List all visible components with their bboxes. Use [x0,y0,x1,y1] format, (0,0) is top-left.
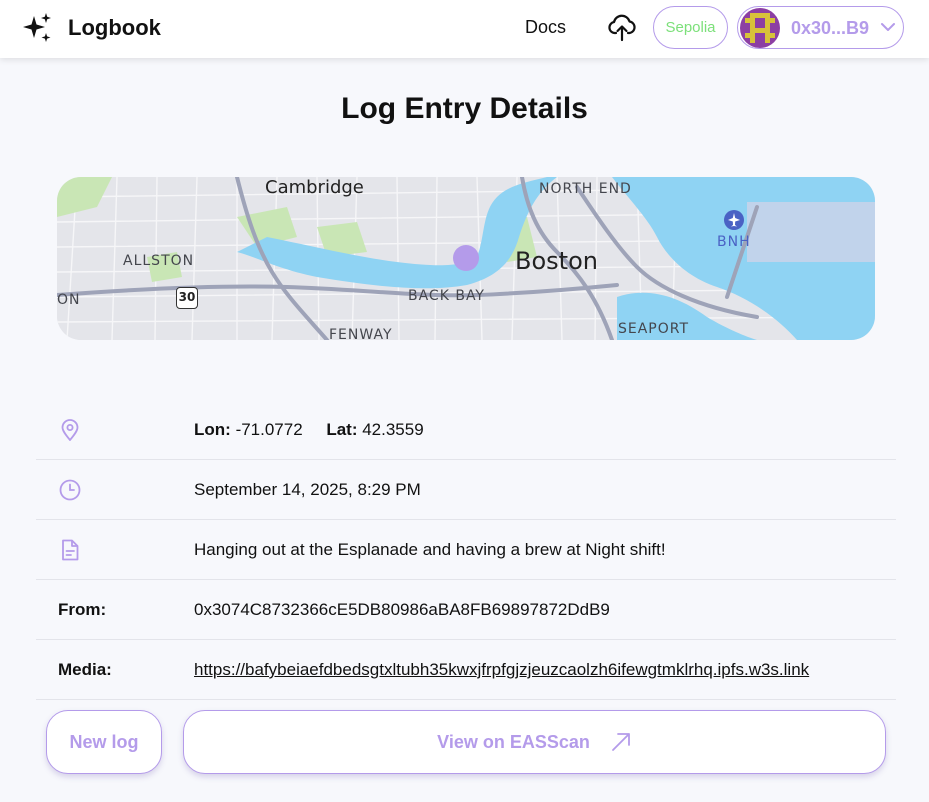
account-button[interactable]: 0x30...B9 [737,6,904,49]
chevron-down-icon [881,23,895,31]
cloud-upload-icon[interactable] [608,13,636,43]
docs-link[interactable]: Docs [525,17,566,38]
from-label: From: [58,600,107,619]
map-label-boston: Boston [515,247,598,275]
top-navbar: Logbook Docs Sepolia 0x30...B9 [0,0,929,58]
document-icon [62,539,79,561]
timestamp-row: September 14, 2025, 8:29 PM [36,460,896,520]
media-link[interactable]: https://bafybeiaefdbedsgtxltubh35kwxjfrp… [194,660,809,680]
map-label-cambridge: Cambridge [265,177,364,198]
note-row: Hanging out at the Esplanade and having … [36,520,896,580]
brand-link[interactable]: Logbook [20,12,161,44]
airport-icon [724,210,744,230]
clock-icon [59,479,81,501]
lat-label: Lat: [326,420,358,439]
lat-value: 42.3559 [362,420,424,439]
map-label-bnh: BNH [717,234,751,250]
map-pin-icon [61,419,79,441]
from-address: 0x3074C8732366cE5DB80986aBA8FB69897872Dd… [194,600,610,619]
avatar [740,8,780,48]
map-label-edge: ON [57,292,81,308]
network-label: Sepolia [665,19,716,36]
coordinates: Lon: -71.0772 Lat: 42.3559 [194,420,424,440]
sparkles-icon [23,13,51,42]
map-label-fenway: FENWAY [329,327,393,340]
location-row: Lon: -71.0772 Lat: 42.3559 [36,400,896,460]
view-on-easscan-button[interactable]: View on EASScan [183,710,886,774]
media-row: Media: https://bafybeiaefdbedsgtxltubh35… [36,640,896,700]
note-value: Hanging out at the Esplanade and having … [194,540,666,559]
map-label-north-end: NORTH END [539,181,632,197]
map-label-seaport: SEAPORT [618,321,690,337]
account-address: 0x30...B9 [791,18,870,38]
new-log-button[interactable]: New log [46,710,162,774]
new-log-label: New log [69,731,139,752]
timestamp-value: September 14, 2025, 8:29 PM [194,480,421,499]
external-arrow-icon [611,733,630,751]
map-label-allston: ALLSTON [123,253,195,269]
lon-value: -71.0772 [235,420,303,439]
lon-label: Lon: [194,420,231,439]
route-30-shield: 30 [176,287,198,309]
view-on-easscan-label: View on EASScan [437,731,590,752]
page-title: Log Entry Details [341,92,588,125]
network-selector[interactable]: Sepolia [653,6,728,49]
location-map[interactable]: Cambridge NORTH END ALLSTON Boston BNH B… [57,177,875,340]
from-row: From: 0x3074C8732366cE5DB80986aBA8FB6989… [36,580,896,640]
media-label: Media: [58,660,112,679]
map-label-back-bay: BACK BAY [408,288,485,304]
brand-name: Logbook [68,15,161,40]
log-details: Lon: -71.0772 Lat: 42.3559 September 14,… [36,400,896,700]
